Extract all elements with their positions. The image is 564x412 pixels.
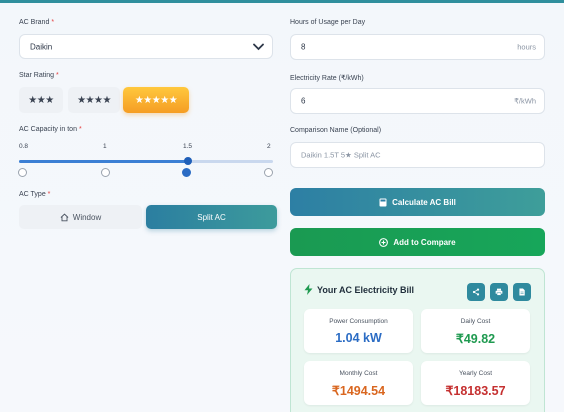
star-rating-label: Star Rating *	[19, 72, 59, 79]
capacity-radio-1-5[interactable]	[182, 168, 191, 177]
capacity-slider-handle[interactable]	[184, 157, 193, 165]
card-title: Power Consumption	[329, 318, 388, 325]
star-option-3[interactable]: ★★★	[19, 87, 63, 113]
print-icon	[495, 288, 503, 296]
daily-cost-card: Daily Cost ₹49.82	[421, 309, 530, 353]
tick-label: 1.5	[183, 143, 193, 150]
usage-value: 8	[301, 42, 306, 52]
usage-unit: hours	[517, 42, 536, 52]
share-icon	[472, 288, 480, 296]
plus-circle-icon	[379, 237, 389, 247]
tick-label: 2	[267, 143, 271, 150]
capacity-slider-track[interactable]	[19, 160, 273, 163]
capacity-label: AC Capacity in ton *	[19, 126, 82, 133]
share-button[interactable]	[467, 283, 485, 301]
bolt-icon	[304, 284, 313, 295]
card-value: ₹18183.57	[445, 384, 506, 398]
document-icon	[519, 288, 525, 296]
capacity-radio-0-8[interactable]	[18, 168, 27, 177]
ac-type-label: AC Type *	[19, 191, 51, 198]
split-type-button[interactable]: Split AC	[146, 205, 277, 229]
card-value: 1.04 kW	[335, 331, 382, 345]
window-type-button[interactable]: Window	[19, 205, 142, 229]
top-accent-bar	[0, 0, 564, 3]
brand-value: Daikin	[30, 42, 53, 51]
capacity-radio-2[interactable]	[264, 168, 273, 177]
download-pdf-button[interactable]	[513, 283, 531, 301]
card-value: ₹1494.54	[331, 384, 386, 398]
result-panel: Your AC Electricity Bill Power Consumpti…	[290, 268, 545, 412]
star-option-4[interactable]: ★★★★	[68, 87, 120, 113]
usage-input[interactable]: 8 hours	[290, 34, 545, 60]
tick-label: 1	[103, 143, 107, 150]
comparison-placeholder: Daikin 1.5T 5★ Split AC	[301, 150, 381, 160]
brand-select[interactable]: Daikin	[19, 34, 273, 59]
result-title: Your AC Electricity Bill	[317, 285, 415, 295]
add-to-compare-button[interactable]: Add to Compare	[290, 228, 545, 256]
split-type-label: Split AC	[197, 212, 226, 222]
print-button[interactable]	[490, 283, 508, 301]
capacity-slider-fill	[19, 160, 189, 163]
tick-label: 0.8	[19, 143, 29, 150]
chevron-down-icon	[253, 43, 264, 50]
usage-label: Hours of Usage per Day	[290, 19, 366, 26]
rate-label: Electricity Rate (₹/kWh)	[290, 75, 364, 82]
power-consumption-card: Power Consumption 1.04 kW	[304, 309, 413, 353]
card-title: Yearly Cost	[459, 370, 492, 377]
brand-label: AC Brand *	[19, 19, 55, 26]
monthly-cost-card: Monthly Cost ₹1494.54	[304, 361, 413, 405]
window-type-label: Window	[72, 212, 102, 222]
home-icon	[60, 213, 69, 221]
calculate-label: Calculate AC Bill	[392, 197, 456, 207]
card-title: Monthly Cost	[339, 370, 378, 377]
comparison-name-input[interactable]: Daikin 1.5T 5★ Split AC	[290, 142, 545, 168]
rate-value: 6	[301, 96, 306, 106]
star-option-5[interactable]: ★★★★★	[123, 87, 189, 113]
card-title: Daily Cost	[460, 318, 491, 325]
compare-label: Add to Compare	[393, 237, 456, 247]
rate-input[interactable]: 6 ₹/kWh	[290, 88, 545, 114]
calculator-icon	[379, 198, 387, 206]
comparison-label: Comparison Name (Optional)	[290, 127, 382, 134]
capacity-radio-1[interactable]	[101, 168, 110, 177]
rate-unit: ₹/kWh	[514, 96, 536, 106]
card-value: ₹49.82	[455, 332, 496, 346]
yearly-cost-card: Yearly Cost ₹18183.57	[421, 361, 530, 405]
calculate-button[interactable]: Calculate AC Bill	[290, 188, 545, 216]
